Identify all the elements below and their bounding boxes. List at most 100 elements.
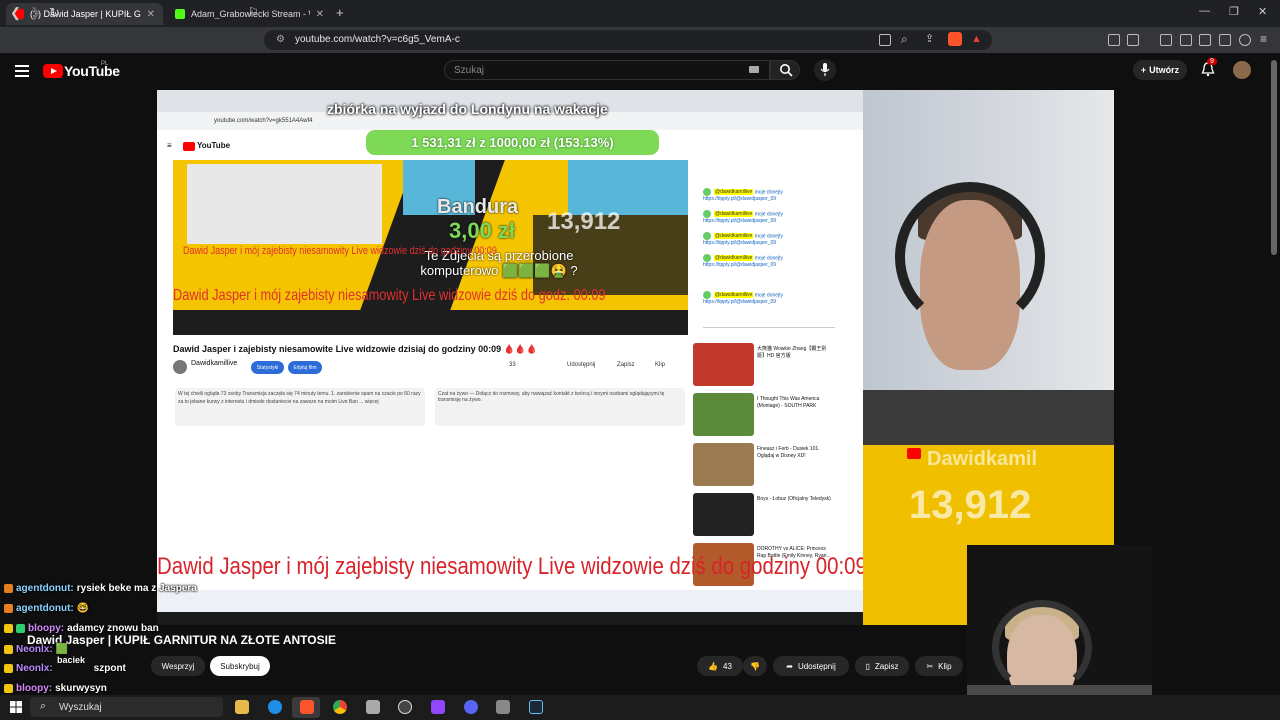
close-tab-icon[interactable]: ✕ xyxy=(316,9,324,20)
zoom-icon[interactable]: ⌕ xyxy=(901,32,908,47)
close-tab-icon[interactable]: ✕ xyxy=(147,9,155,20)
share-icon[interactable]: ⇪ xyxy=(925,32,934,45)
guest-webcam xyxy=(863,90,1114,445)
like-count: 43 xyxy=(723,661,732,671)
app-icon[interactable] xyxy=(366,700,380,714)
cast-icon[interactable] xyxy=(879,34,891,46)
captured-recommendation: Fineasz i Ferb - Dusiek 101. Oglądaj w D… xyxy=(693,443,853,489)
forward-icon[interactable]: ❯ xyxy=(30,5,41,21)
account-avatar[interactable] xyxy=(1233,61,1251,79)
captured-share: Udostępnij xyxy=(567,362,596,368)
like-button[interactable]: 👍 43 xyxy=(697,656,743,676)
chat-message: agentdonut: rysiek beke ma z Jaspera xyxy=(4,583,197,594)
sidebar-icon[interactable] xyxy=(1127,34,1139,46)
chrome-icon[interactable] xyxy=(333,700,347,714)
wallet-icon[interactable] xyxy=(1199,34,1211,46)
support-button[interactable]: Wesprzyj xyxy=(151,656,205,676)
extensions-icon[interactable] xyxy=(1108,34,1120,46)
search-icon xyxy=(780,64,793,77)
bookmark-icon[interactable]: ⚐ xyxy=(248,5,259,19)
hamburger-menu-icon[interactable] xyxy=(15,62,29,80)
overlay-channel-name: Dawidkamil xyxy=(927,448,1038,470)
captured-recommendation: 大熊猫 Wowkie Zhang【霸王别姬】HD 官方版 xyxy=(693,343,853,389)
recommendation-thumbnail xyxy=(693,443,754,486)
brave-shields-icon[interactable] xyxy=(948,32,962,46)
save-label: Zapisz xyxy=(874,661,899,671)
fundraiser-caption: zbiórka na wyjazd do Londynu na wakacje xyxy=(327,101,608,117)
recommendation-title: Boys - Łobuz (Oficjalny Teledysk) xyxy=(757,496,831,502)
clip-button[interactable]: ✂ Klip xyxy=(915,656,963,676)
youtube-logo-text[interactable]: YouTube xyxy=(64,63,120,79)
discord-icon[interactable] xyxy=(464,700,478,714)
brave-icon[interactable] xyxy=(300,700,314,714)
video-title: Dawid Jasper | KUPIŁ GARNITUR NA ZŁOTE A… xyxy=(27,633,336,647)
reading-list-icon[interactable] xyxy=(1180,34,1192,46)
url-text[interactable]: youtube.com/watch?v=c6g5_VemA-c xyxy=(295,34,460,45)
captured-edit-button: Edytuj film xyxy=(288,361,322,374)
voice-search-button[interactable] xyxy=(814,59,836,81)
chat-badge-icon xyxy=(4,624,13,633)
captured-live-chat: @dawidkamillive moje donejty https://tip… xyxy=(695,160,845,335)
file-explorer-icon[interactable] xyxy=(235,700,249,714)
recommendation-title: Fineasz i Ferb - Dusiek 101. Oglądaj w D… xyxy=(757,446,820,459)
close-window-icon[interactable]: ✕ xyxy=(1258,5,1267,18)
nested-title-medium: Dawid Jasper i mój zajebisty niesamowity… xyxy=(173,287,606,304)
obs-icon[interactable] xyxy=(398,700,412,714)
chat-badge-icon xyxy=(4,664,13,673)
media-icon[interactable] xyxy=(1160,34,1172,46)
back-icon[interactable]: ❮ xyxy=(10,5,21,21)
tab-label: (3) Dawid Jasper | KUPIŁ GAR xyxy=(30,9,141,19)
create-button[interactable]: + Utwórz xyxy=(1133,60,1187,80)
webcam-watermark: BACIEK xyxy=(720,327,796,347)
nested-screenshot xyxy=(187,164,382,244)
chat-badge-icon xyxy=(4,604,13,613)
clip-label: Klip xyxy=(938,661,952,671)
captured-taskbar xyxy=(157,590,863,612)
search-placeholder: Szukaj xyxy=(454,65,485,76)
nested-viewer-count: 13,912 xyxy=(547,208,621,235)
donation-goal-bar: 1 531,31 zł z 1000,00 zł (153.13%) xyxy=(366,130,659,155)
channel-name[interactable]: baciek xyxy=(57,655,85,665)
steam-icon[interactable] xyxy=(529,700,543,714)
captured-clip: Klip xyxy=(655,362,666,368)
app-icon[interactable] xyxy=(496,700,510,714)
new-tab-icon[interactable]: + xyxy=(336,5,344,20)
reload-icon[interactable]: ↻ xyxy=(49,5,60,21)
search-button[interactable] xyxy=(770,60,800,80)
captured-recommendation: Boys - Łobuz (Oficjalny Teledysk) xyxy=(693,493,853,539)
save-button[interactable]: ▯ Zapisz xyxy=(855,656,909,676)
leo-ai-icon[interactable] xyxy=(1219,34,1231,46)
keyboard-icon[interactable] xyxy=(749,66,759,73)
region-label: PL xyxy=(101,61,109,67)
share-button[interactable]: ➦ Udostępnij xyxy=(773,656,849,676)
captured-chat-line: @dawidkamillive moje donejty https://tip… xyxy=(703,291,784,305)
subscribe-button[interactable]: Subskrybuj xyxy=(210,656,270,676)
youtube-logo-icon[interactable] xyxy=(43,64,63,78)
chat-badge-icon xyxy=(16,624,25,633)
twitch-icon[interactable] xyxy=(431,700,445,714)
captured-youtube-text: YouTube xyxy=(197,141,231,150)
chat-badge-icon xyxy=(4,645,13,654)
recommendation-title: 大熊猫 Wowkie Zhang【霸王别姬】HD 官方版 xyxy=(757,346,827,359)
thumbs-down-icon: 👎 xyxy=(750,661,760,671)
minimize-icon[interactable]: — xyxy=(1199,5,1210,17)
recommendation-title: I Thought This Was America (Montage) - S… xyxy=(757,396,820,409)
site-info-icon[interactable]: ⚙ xyxy=(276,34,285,45)
donation-amount: 3,00 zł xyxy=(449,218,516,243)
captured-save: Zapisz xyxy=(617,362,635,368)
youtube-mark-icon xyxy=(907,448,921,459)
brave-rewards-icon[interactable]: ▲ xyxy=(971,33,982,45)
windows-start-icon[interactable] xyxy=(10,701,22,713)
notification-count-badge: 9 xyxy=(1207,58,1217,65)
search-input[interactable] xyxy=(444,60,770,80)
taskbar-search-placeholder: Wyszukaj xyxy=(59,702,102,713)
page-scrollbar[interactable] xyxy=(1271,60,1277,255)
dislike-button[interactable]: 👎 xyxy=(743,656,767,676)
stream-screen-capture: youtube.com/watch?v=gk551A4Awf4 ≡ YouTub… xyxy=(157,90,863,612)
captured-channel-name: Dawidkamillive xyxy=(191,360,238,367)
scissors-icon: ✂ xyxy=(926,661,934,671)
vpn-icon[interactable] xyxy=(1239,34,1251,46)
edge-icon[interactable] xyxy=(268,700,282,714)
menu-icon[interactable]: ≡ xyxy=(1260,32,1267,46)
restore-icon[interactable]: ❐ xyxy=(1229,5,1239,18)
